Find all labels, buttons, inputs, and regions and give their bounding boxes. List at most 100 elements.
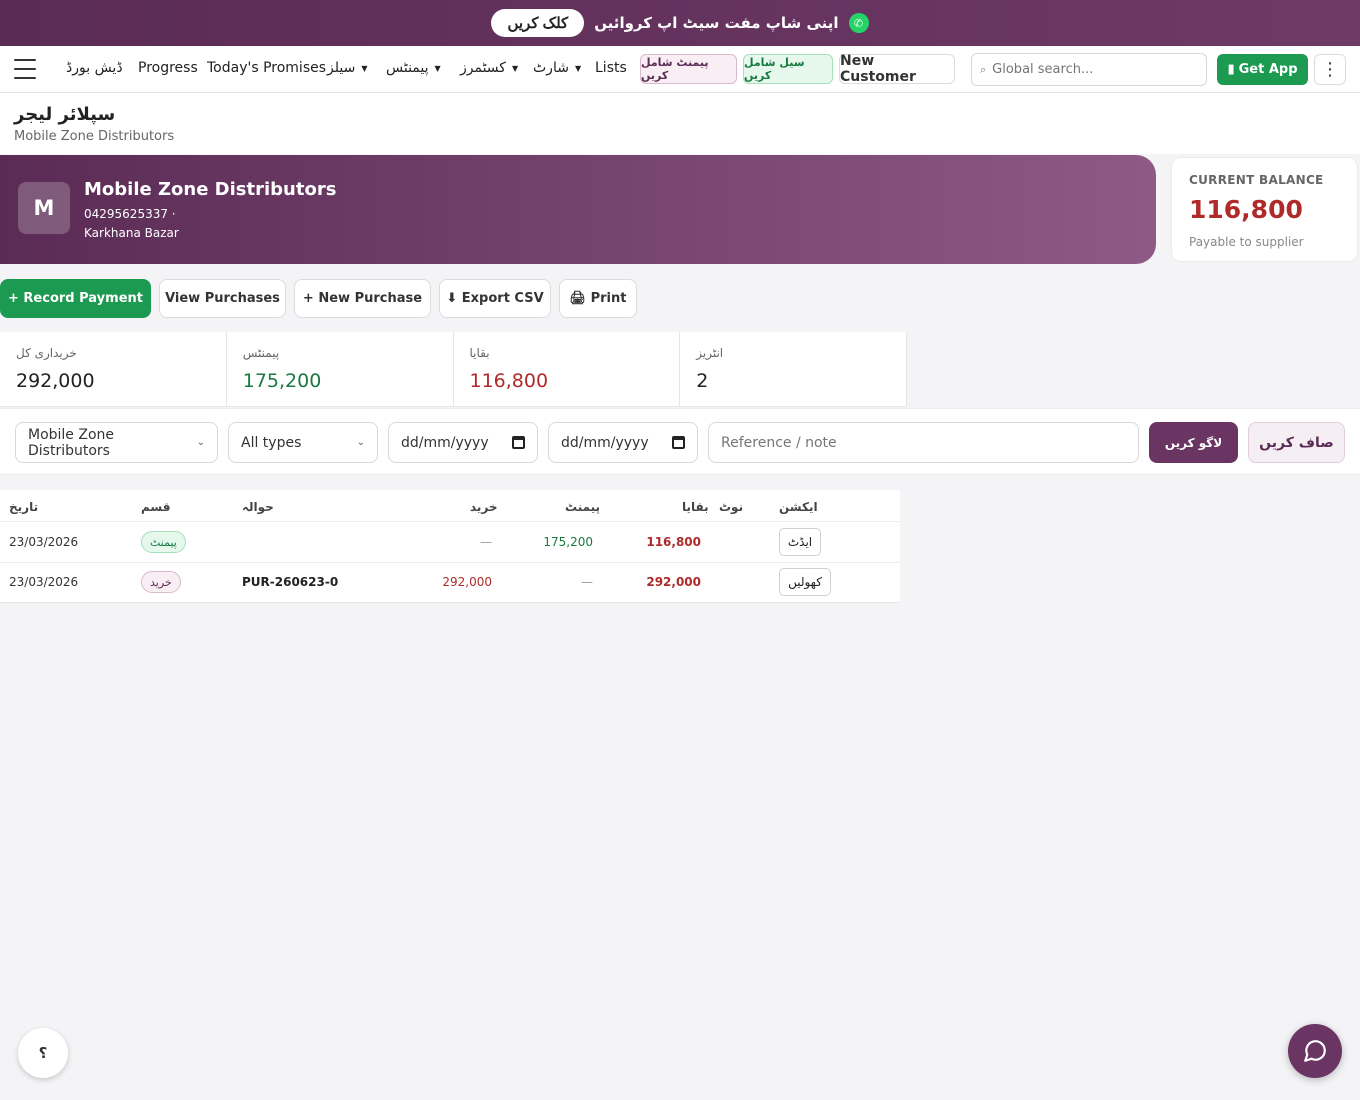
new-customer-button[interactable]: New Customer	[839, 53, 955, 85]
stat-label: خریداری کل	[16, 346, 77, 360]
page-header: سپلائر لیجر Mobile Zone Distributors	[0, 93, 1360, 154]
stat-total-purchases: خریداری کل 292,000	[0, 332, 227, 407]
page-title: سپلائر لیجر	[14, 104, 116, 125]
view-purchases-button[interactable]: View Purchases	[159, 279, 286, 318]
type-select[interactable]: All types ⌄	[228, 422, 378, 463]
open-button[interactable]: کھولیں	[779, 568, 831, 596]
calendar-icon[interactable]	[672, 436, 685, 449]
header-purchase: خرید	[470, 500, 498, 514]
row-date: 23/03/2026	[9, 575, 79, 589]
promo-banner: کلک کریں اپنی شاپ مفت سیٹ اپ کروائیں ✆	[0, 0, 1360, 46]
row-date: 23/03/2026	[9, 535, 79, 549]
type-badge: پیمنٹ	[141, 531, 186, 553]
balance-note: Payable to supplier	[1189, 235, 1304, 249]
apply-filter-button[interactable]: لاگو کریں	[1149, 422, 1238, 463]
stat-payments: پیمنٹس 175,200	[227, 332, 454, 407]
stat-value: 292,000	[16, 370, 95, 392]
stat-entries: انٹریز 2	[680, 332, 907, 407]
supplier-hero-card: M Mobile Zone Distributors 04295625337 ·…	[0, 155, 1156, 264]
promo-click-button[interactable]: کلک کریں	[491, 9, 585, 37]
nav-progress[interactable]: Progress	[138, 60, 198, 76]
row-payment: 175,200	[543, 535, 593, 549]
whatsapp-icon[interactable]: ✆	[848, 13, 869, 33]
nav-customers-label: کسٹمرز	[460, 60, 506, 76]
phone-icon: ▮	[1227, 62, 1235, 77]
page-subtitle: Mobile Zone Distributors	[14, 129, 175, 144]
reference-input[interactable]	[721, 434, 1126, 451]
get-app-label: Get App	[1238, 62, 1298, 77]
header-payment: پیمنٹ	[565, 500, 601, 514]
nav-shortcuts[interactable]: شارٹ ▼	[533, 60, 581, 76]
nav-payments-label: پیمنٹس	[386, 60, 429, 76]
stat-label: پیمنٹس	[242, 346, 280, 360]
nav-lists[interactable]: Lists	[595, 60, 627, 76]
row-purchase: —	[480, 535, 492, 549]
row-payment: —	[581, 575, 593, 589]
supplier-address: Karkhana Bazar	[84, 226, 179, 240]
new-purchase-button[interactable]: + New Purchase	[294, 279, 431, 318]
global-search-input[interactable]	[992, 62, 1183, 77]
stat-value: 175,200	[242, 370, 322, 392]
supplier-phone: 04295625337 ·	[84, 207, 176, 221]
ledger-table: تاریخ قسم حوالہ خرید پیمنٹ بقایا نوٹ ایک…	[0, 490, 900, 603]
current-balance-card: CURRENT BALANCE 116,800 Payable to suppl…	[1171, 157, 1358, 262]
row-balance: 116,800	[646, 535, 701, 549]
add-sale-button[interactable]: سیل شامل کریں	[743, 54, 833, 84]
header-reference: حوالہ	[242, 500, 274, 514]
balance-value: 116,800	[1189, 195, 1303, 224]
row-balance: 292,000	[646, 575, 701, 589]
nav-sales-label: سیلز	[327, 60, 356, 76]
header-date: تاریخ	[9, 500, 39, 514]
header-balance: بقایا	[682, 500, 709, 514]
nav-todays-promises[interactable]: Today's Promises	[207, 60, 326, 76]
promo-text: اپنی شاپ مفت سیٹ اپ کروائیں	[594, 14, 839, 32]
edit-button[interactable]: ایڈٹ	[779, 528, 821, 556]
date-to-input[interactable]: dd/mm/yyyy	[548, 422, 698, 463]
record-payment-button[interactable]: + Record Payment	[0, 279, 151, 318]
header-note: نوٹ	[719, 500, 744, 514]
chat-bubble-icon	[1304, 1040, 1326, 1062]
stat-value: 2	[696, 370, 709, 392]
stat-label: بقایا	[469, 346, 490, 360]
clear-filter-button[interactable]: صاف کریں	[1248, 422, 1345, 463]
chevron-down-icon: ⌄	[356, 437, 365, 448]
date-from-input[interactable]: dd/mm/yyyy	[388, 422, 538, 463]
supplier-select-value: Mobile Zone Distributors	[28, 426, 115, 459]
stats-row: خریداری کل 292,000 پیمنٹس 175,200 بقایا …	[0, 332, 907, 407]
global-search[interactable]: ⌕	[971, 53, 1207, 86]
hamburger-menu-icon[interactable]	[14, 59, 36, 79]
nav-customers[interactable]: کسٹمرز ▼	[460, 60, 518, 76]
chat-button[interactable]	[1288, 1024, 1342, 1078]
export-csv-button[interactable]: ⬇ Export CSV	[439, 279, 551, 318]
supplier-name: Mobile Zone Distributors	[84, 179, 337, 200]
row-reference: PUR-260623-0	[242, 575, 339, 589]
top-navbar: ڈیش بورڈ Progress Today's Promises سیلز ▼…	[0, 46, 1360, 93]
nav-dashboard[interactable]: ڈیش بورڈ	[66, 60, 123, 76]
nav-sales[interactable]: سیلز ▼	[327, 60, 367, 76]
filter-bar: Mobile Zone Distributors ⌄ All types ⌄ dd/…	[0, 408, 1360, 475]
stat-value: 116,800	[469, 370, 549, 392]
more-options-icon[interactable]: ⋮	[1314, 54, 1346, 85]
add-payment-button[interactable]: پیمنٹ شامل کریں	[640, 54, 737, 84]
row-purchase: 292,000	[442, 575, 492, 589]
stat-balance: بقایا 116,800	[454, 332, 681, 407]
chevron-down-icon: ▼	[361, 63, 368, 73]
chevron-down-icon: ▼	[574, 63, 582, 73]
chevron-down-icon: ▼	[434, 63, 441, 73]
calendar-icon[interactable]	[512, 436, 525, 449]
print-button[interactable]: 🖨 Print	[559, 279, 637, 318]
chevron-down-icon: ▼	[511, 63, 519, 73]
stat-label: انٹریز	[696, 346, 724, 360]
type-select-value: All types	[241, 434, 302, 451]
reference-field[interactable]	[708, 422, 1139, 463]
supplier-avatar: M	[18, 182, 70, 234]
type-badge: خرید	[141, 571, 181, 593]
help-button[interactable]: ؟	[18, 1028, 68, 1078]
get-app-button[interactable]: ▮ Get App	[1217, 54, 1308, 85]
nav-shortcuts-label: شارٹ	[533, 60, 569, 76]
header-action: ایکشن	[779, 500, 818, 514]
row-divider	[0, 521, 900, 522]
row-divider	[0, 562, 900, 563]
supplier-select[interactable]: Mobile Zone Distributors ⌄	[15, 422, 218, 463]
nav-payments[interactable]: پیمنٹس ▼	[386, 60, 441, 76]
